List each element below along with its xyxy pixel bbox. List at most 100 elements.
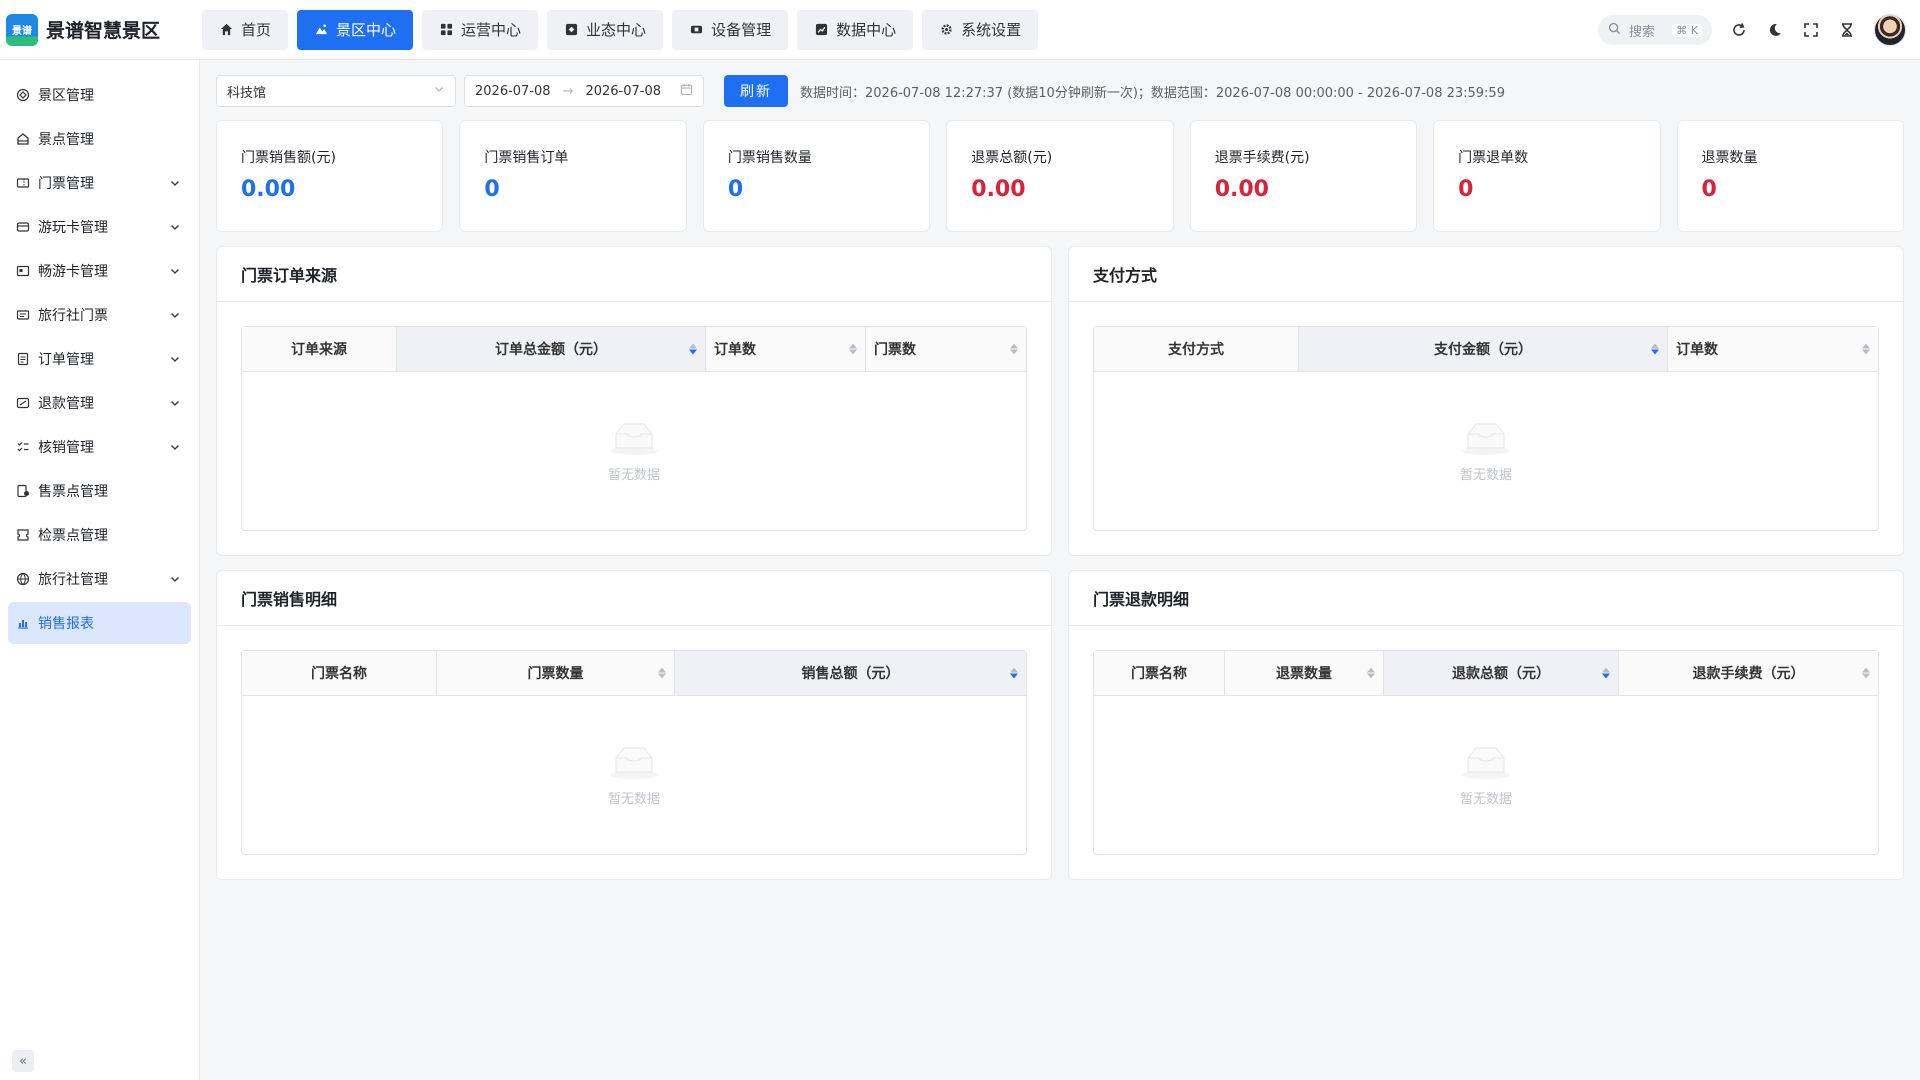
sidebar-item[interactable]: 景点管理 <box>8 118 191 160</box>
tab-operations-center[interactable]: 运营中心 <box>422 9 539 50</box>
refund-icon <box>16 396 30 410</box>
sort-icon[interactable] <box>1862 667 1870 679</box>
gear-icon <box>939 23 953 37</box>
sidebar-item-label: 检票点管理 <box>38 528 108 544</box>
sort-icon[interactable] <box>658 667 666 679</box>
column-header-label: 门票数量 <box>527 666 584 682</box>
sort-icon[interactable] <box>1010 667 1018 679</box>
panel-body: 门票名称 退票数量 退款总额（元） 退款手续费（元） 暂无数据 <box>1069 626 1903 879</box>
report-panels: 门票订单来源 订单来源 订单总金额（元） 订单数 门票数 暂无数据 支付方式 支付方式 支付金… <box>216 246 1904 880</box>
sidebar-item[interactable]: 订单管理 <box>8 338 191 380</box>
column-header[interactable]: 门票数 <box>866 327 1026 371</box>
brand-logo[interactable]: 景谱 <box>6 13 38 46</box>
data-table: 订单来源 订单总金额（元） 订单数 门票数暂无数据 <box>241 326 1027 531</box>
sort-icon[interactable] <box>1651 343 1659 355</box>
column-header: 订单来源 <box>242 327 397 371</box>
sort-icon[interactable] <box>1602 667 1610 679</box>
sidebar-item[interactable]: 景区管理 <box>8 74 191 116</box>
table-empty-state: 暂无数据 <box>1094 372 1878 530</box>
venue-select[interactable]: 科技馆 <box>216 75 456 107</box>
top-bar: 景谱 景谱智慧景区 首页 景区中心 运营中心 业态中心 设备管理 数据中心 系统… <box>0 0 1920 60</box>
data-table: 门票名称 退票数量 退款总额（元） 退款手续费（元） 暂无数据 <box>1093 650 1879 855</box>
tab-label: 数据中心 <box>836 21 897 39</box>
pass-card-icon <box>16 264 30 278</box>
nav-tabs: 首页 景区中心 运营中心 业态中心 设备管理 数据中心 系统设置 <box>202 9 1039 50</box>
sort-icon[interactable] <box>1010 343 1018 355</box>
column-header[interactable]: 订单总金额（元） <box>397 327 706 371</box>
tab-label: 首页 <box>241 21 272 39</box>
column-header[interactable]: 销售总额（元） <box>675 651 1026 695</box>
fullscreen-icon[interactable] <box>1802 21 1820 39</box>
empty-inbox-icon <box>610 747 658 779</box>
tab-device-management[interactable]: 设备管理 <box>672 9 789 50</box>
date-range-picker[interactable]: 2026-07-08 → 2026-07-08 <box>464 75 704 107</box>
sidebar-item-label: 游玩卡管理 <box>38 220 108 236</box>
sidebar-item[interactable]: 核销管理 <box>8 426 191 468</box>
empty-text: 暂无数据 <box>1459 791 1512 807</box>
search-input[interactable]: 搜索 ⌘ K <box>1598 15 1712 45</box>
sidebar-item[interactable]: 门票管理 <box>8 162 191 204</box>
sidebar-item[interactable]: 游玩卡管理 <box>8 206 191 248</box>
sort-icon[interactable] <box>689 343 697 355</box>
hourglass-icon[interactable] <box>1838 21 1856 39</box>
stat-value: 0 <box>484 177 500 202</box>
column-header-label: 退票数量 <box>1276 666 1332 682</box>
brand: 景谱 景谱智慧景区 <box>0 0 200 60</box>
stat-value: 0.00 <box>1214 177 1269 202</box>
sidebar-item[interactable]: 畅游卡管理 <box>8 250 191 292</box>
refresh-button[interactable]: 刷新 <box>724 75 788 107</box>
sidebar-item[interactable]: 旅行社门票 <box>8 294 191 336</box>
date-end: 2026-07-08 <box>585 83 662 99</box>
column-header[interactable]: 门票数量 <box>437 651 675 695</box>
stat-label: 门票销售订单 <box>484 150 569 166</box>
column-header-label: 销售总额（元） <box>801 666 900 682</box>
sidebar-item[interactable]: 检票点管理 <box>8 514 191 556</box>
sale-point-icon <box>16 484 30 498</box>
tab-system-settings[interactable]: 系统设置 <box>922 9 1039 50</box>
column-header[interactable]: 退票数量 <box>1225 651 1384 695</box>
scenic-icon <box>16 88 30 102</box>
sort-icon[interactable] <box>1367 667 1375 679</box>
sidebar-item[interactable]: 旅行社管理 <box>8 558 191 600</box>
table-empty-state: 暂无数据 <box>242 372 1026 530</box>
sidebar-item-label: 旅行社管理 <box>38 572 108 588</box>
refresh-icon[interactable] <box>1730 21 1748 39</box>
sort-icon[interactable] <box>1862 343 1870 355</box>
empty-text: 暂无数据 <box>1459 467 1512 483</box>
sort-icon[interactable] <box>849 343 857 355</box>
tab-label: 景区中心 <box>336 21 397 39</box>
column-header[interactable]: 支付金额（元） <box>1299 327 1668 371</box>
column-header-label: 门票数 <box>874 342 916 358</box>
stat-value: 0.00 <box>241 177 296 202</box>
column-header[interactable]: 退款手续费（元） <box>1619 651 1878 695</box>
refund-detail-panel: 门票退款明细 门票名称 退票数量 退款总额（元） 退款手续费（元） 暂无数据 <box>1068 570 1904 880</box>
panel-body: 订单来源 订单总金额（元） 订单数 门票数暂无数据 <box>217 302 1051 555</box>
chevron-down-icon <box>169 353 181 365</box>
tab-home[interactable]: 首页 <box>202 9 289 50</box>
sidebar-item[interactable]: 销售报表 <box>8 602 191 644</box>
user-avatar[interactable] <box>1874 14 1906 46</box>
calendar-icon <box>680 83 693 100</box>
tab-label: 业态中心 <box>586 21 647 39</box>
payment-method-panel: 支付方式 支付方式 支付金额（元） 订单数 暂无数据 <box>1068 246 1904 556</box>
column-header[interactable]: 订单数 <box>706 327 866 371</box>
tab-data-center[interactable]: 数据中心 <box>797 9 914 50</box>
tab-scenic-center[interactable]: 景区中心 <box>297 9 414 50</box>
data-table: 支付方式 支付金额（元） 订单数暂无数据 <box>1093 326 1879 531</box>
column-header[interactable]: 退款总额（元） <box>1384 651 1619 695</box>
sidebar-item-label: 退款管理 <box>38 396 94 412</box>
chevron-down-icon <box>169 397 181 409</box>
sidebar-item[interactable]: 退款管理 <box>8 382 191 424</box>
dark-mode-icon[interactable] <box>1766 21 1784 39</box>
order-source-panel: 门票订单来源 订单来源 订单总金额（元） 订单数 门票数 暂无数据 <box>216 246 1052 556</box>
stat-card: 门票销售数量 0 <box>702 120 931 232</box>
collapse-sidebar-button[interactable]: « <box>12 1050 34 1072</box>
tab-business-center[interactable]: 业态中心 <box>547 9 664 50</box>
sidebar-item-label: 景区管理 <box>38 88 94 104</box>
sidebar-item-label: 订单管理 <box>38 352 94 368</box>
table-header: 支付方式 支付金额（元） 订单数 <box>1094 327 1878 372</box>
tab-label: 设备管理 <box>711 21 772 39</box>
sidebar-item[interactable]: 售票点管理 <box>8 470 191 512</box>
column-header[interactable]: 订单数 <box>1668 327 1878 371</box>
stat-value: 0 <box>1701 177 1717 202</box>
